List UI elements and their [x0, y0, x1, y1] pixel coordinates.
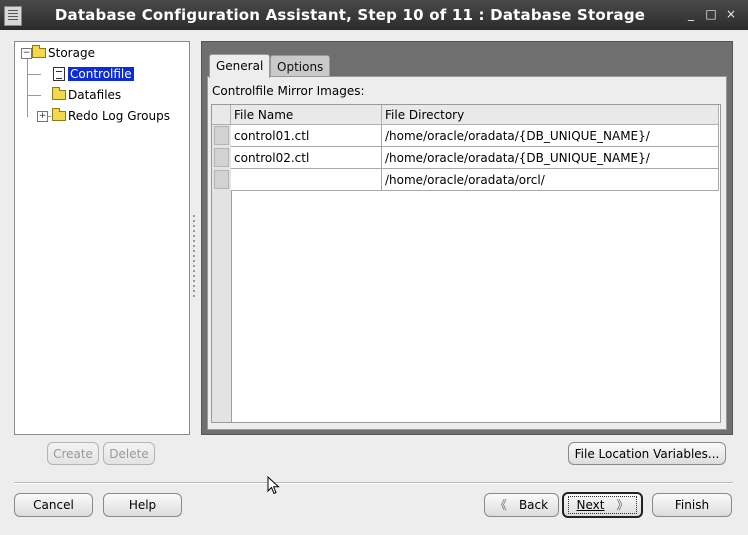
storage-tree[interactable]: − Storage Controlfile Datafiles + Redo L…: [14, 41, 190, 435]
title-bar[interactable]: Database Configuration Assistant, Step 1…: [0, 0, 748, 30]
tree-item-redo-log-groups[interactable]: Redo Log Groups: [52, 107, 170, 125]
collapse-storage-icon[interactable]: −: [21, 48, 32, 59]
expand-redo-icon[interactable]: +: [37, 111, 48, 122]
tree-item-controlfile[interactable]: Controlfile: [53, 65, 135, 83]
next-focus-ring: Next 》: [567, 496, 638, 514]
cell-file-directory[interactable]: /home/oracle/oradata/{DB_UNIQUE_NAME}/: [382, 125, 719, 147]
tree-item-storage[interactable]: Storage: [32, 44, 95, 62]
delete-button[interactable]: Delete: [103, 442, 155, 465]
tree-item-label: Datafiles: [68, 88, 122, 102]
cell-file-name[interactable]: control02.ctl: [231, 147, 382, 169]
controlfile-icon: [53, 67, 65, 81]
file-location-variables-button[interactable]: File Location Variables...: [568, 442, 726, 465]
create-button[interactable]: Create: [47, 442, 99, 465]
cell-file-name[interactable]: control01.ctl: [231, 125, 382, 147]
tree-item-label: Storage: [48, 46, 95, 60]
controlfile-table[interactable]: File Name File Directory control01.ctl /…: [211, 104, 721, 423]
cell-file-directory[interactable]: /home/oracle/oradata/{DB_UNIQUE_NAME}/: [382, 147, 719, 169]
column-header-file-directory[interactable]: File Directory: [382, 105, 719, 125]
tab-general[interactable]: General: [209, 54, 271, 78]
chevron-left-icon: 《: [494, 498, 507, 512]
tree-item-datafiles[interactable]: Datafiles: [52, 86, 121, 104]
folder-icon: [52, 108, 66, 121]
separator: [14, 482, 733, 484]
back-button[interactable]: 《 Back: [484, 493, 559, 517]
back-label: Back: [518, 498, 549, 512]
close-button[interactable]: ×: [724, 7, 738, 21]
next-button[interactable]: Next 》: [562, 492, 643, 518]
cancel-button[interactable]: Cancel: [14, 493, 93, 517]
finish-button[interactable]: Finish: [652, 493, 732, 517]
cell-file-directory[interactable]: /home/oracle/oradata/orcl/: [382, 169, 719, 191]
tab-container: General Options Controlfile Mirror Image…: [201, 41, 733, 435]
minimize-button[interactable]: _: [684, 7, 698, 21]
column-header-file-name[interactable]: File Name: [231, 105, 382, 125]
chevron-right-icon: 》: [616, 498, 629, 512]
next-label: Next: [576, 498, 605, 512]
window-title: Database Configuration Assistant, Step 1…: [54, 6, 646, 24]
tab-options[interactable]: Options: [270, 55, 331, 77]
folder-icon: [32, 45, 46, 58]
maximize-button[interactable]: □: [704, 7, 718, 21]
corner-header: [212, 105, 231, 125]
mirror-images-label: Controlfile Mirror Images:: [212, 84, 365, 98]
splitter-handle[interactable]: [193, 215, 196, 300]
row-header[interactable]: [214, 148, 229, 167]
mouse-cursor-icon: [267, 476, 280, 495]
help-button[interactable]: Help: [103, 493, 182, 517]
row-header[interactable]: [214, 170, 229, 189]
row-header[interactable]: [214, 126, 229, 145]
general-tab-page: Controlfile Mirror Images: File Name Fil…: [207, 76, 727, 430]
tree-item-label: Redo Log Groups: [68, 109, 170, 123]
cell-file-name[interactable]: [231, 169, 382, 191]
tree-item-label: Controlfile: [67, 66, 135, 82]
folder-icon: [52, 87, 66, 100]
